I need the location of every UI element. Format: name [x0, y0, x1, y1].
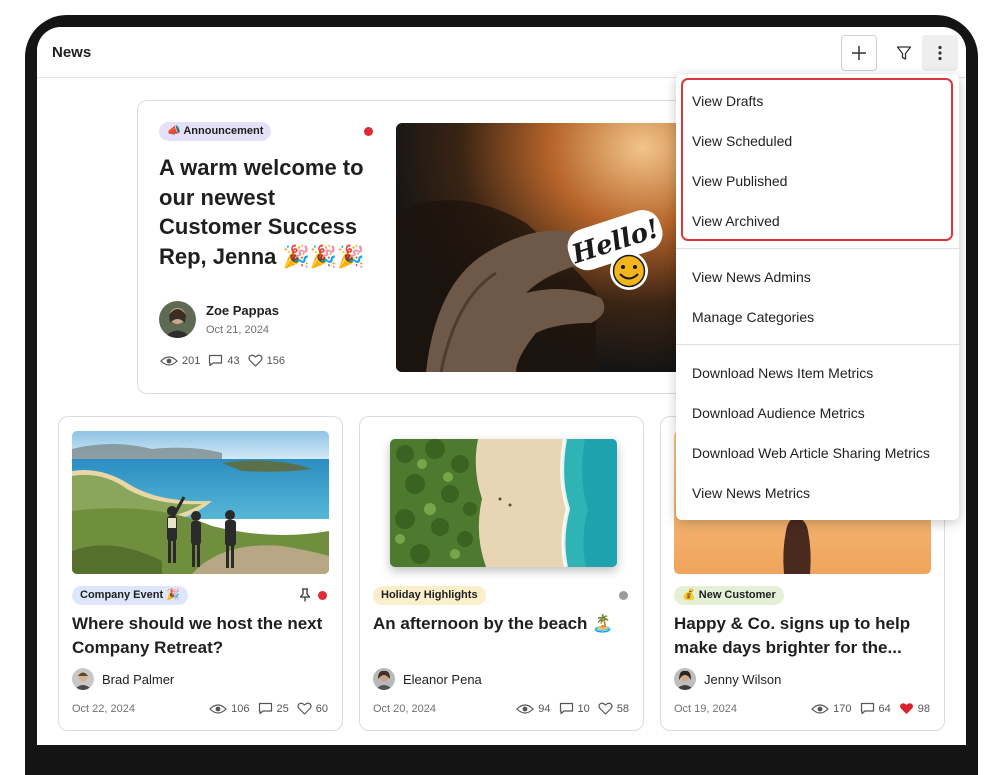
card-title[interactable]: Happy & Co. signs up to help make days b…: [674, 612, 934, 660]
category-badge: 📣 Announcement: [159, 122, 272, 141]
menu-divider: [676, 248, 959, 249]
category-badge: Holiday Highlights: [373, 586, 486, 605]
heart-icon: [899, 703, 913, 714]
likes-stat[interactable]: 98: [899, 702, 930, 715]
filter-button[interactable]: [886, 35, 922, 71]
news-card[interactable]: Holiday Highlights An afternoon by the b…: [359, 416, 644, 731]
avatar: [674, 668, 696, 690]
comments-count: 10: [577, 702, 590, 715]
avatar: [159, 301, 196, 338]
engagement-stats: 170 64 98: [811, 702, 930, 715]
menu-item-view-drafts[interactable]: View Drafts: [692, 93, 763, 109]
heart-icon: [248, 354, 263, 367]
likes-count: 58: [616, 702, 629, 715]
views-stat: 106: [209, 702, 250, 715]
read-indicator: [619, 591, 628, 600]
category-badge: Company Event 🎉: [72, 586, 188, 605]
menu-item-view-news-admins[interactable]: View News Admins: [692, 269, 811, 285]
page-title: News: [52, 44, 92, 61]
views-stat: 201: [160, 355, 200, 367]
heart-icon: [598, 702, 613, 715]
engagement-stats: 201 43 156: [160, 354, 285, 367]
eye-icon: [160, 355, 178, 366]
unread-indicator: [364, 127, 373, 136]
author-name: Brad Palmer: [102, 672, 175, 687]
menu-divider: [676, 344, 959, 345]
comments-stat[interactable]: 43: [208, 354, 240, 367]
card-image[interactable]: [72, 431, 329, 574]
add-news-button[interactable]: [841, 35, 877, 71]
comment-icon: [559, 702, 573, 715]
heart-icon: [297, 702, 312, 715]
card-title[interactable]: An afternoon by the beach 🏝️: [373, 612, 633, 636]
menu-item-view-news-metrics[interactable]: View News Metrics: [692, 485, 810, 501]
views-stat: 94: [516, 702, 551, 715]
more-options-menu: View Drafts View Scheduled View Publishe…: [676, 74, 959, 520]
author-name: Eleanor Pena: [403, 672, 482, 687]
menu-item-download-web-article-sharing-metrics[interactable]: Download Web Article Sharing Metrics: [692, 445, 930, 461]
avatar: [373, 668, 395, 690]
comments-stat[interactable]: 64: [860, 702, 891, 715]
unread-indicator: [318, 591, 327, 600]
engagement-stats: 94 10 58: [516, 702, 629, 715]
likes-count: 98: [917, 702, 930, 715]
plus-icon: [852, 46, 866, 60]
app-screen: News 📣 Announcement A warm welcome to ou…: [37, 27, 966, 745]
menu-item-view-scheduled[interactable]: View Scheduled: [692, 133, 792, 149]
likes-stat[interactable]: 60: [297, 702, 328, 715]
likes-stat[interactable]: 156: [248, 354, 285, 367]
post-date: Oct 19, 2024: [674, 703, 737, 715]
filter-icon: [896, 46, 912, 60]
comment-icon: [860, 702, 874, 715]
menu-item-download-news-item-metrics[interactable]: Download News Item Metrics: [692, 365, 873, 381]
menu-item-view-published[interactable]: View Published: [692, 173, 787, 189]
views-count: 170: [833, 702, 852, 715]
featured-title[interactable]: A warm welcome to our newest Customer Su…: [159, 153, 374, 271]
views-stat: 170: [811, 702, 852, 715]
views-count: 201: [182, 354, 201, 367]
post-date: Oct 20, 2024: [373, 703, 436, 715]
menu-item-manage-categories[interactable]: Manage Categories: [692, 309, 814, 325]
featured-news-card[interactable]: 📣 Announcement A warm welcome to our new…: [137, 100, 737, 394]
eye-icon: [516, 703, 535, 714]
more-options-button[interactable]: [922, 35, 958, 71]
comments-stat[interactable]: 10: [559, 702, 590, 715]
card-title[interactable]: Where should we host the next Company Re…: [72, 612, 332, 660]
comment-icon: [209, 354, 223, 367]
likes-stat[interactable]: 58: [598, 702, 629, 715]
menu-item-download-audience-metrics[interactable]: Download Audience Metrics: [692, 405, 865, 421]
author-name: Jenny Wilson: [704, 672, 782, 687]
category-badge: 💰 New Customer: [674, 586, 784, 605]
likes-count: 156: [266, 354, 285, 367]
views-count: 106: [231, 702, 250, 715]
likes-count: 60: [315, 702, 328, 715]
comments-count: 25: [276, 702, 289, 715]
comments-count: 43: [227, 354, 240, 367]
post-date: Oct 21, 2024: [206, 324, 269, 336]
menu-item-view-archived[interactable]: View Archived: [692, 213, 780, 229]
eye-icon: [811, 703, 829, 714]
comments-stat[interactable]: 25: [258, 702, 289, 715]
post-date: Oct 22, 2024: [72, 703, 135, 715]
more-vertical-icon: [938, 45, 942, 61]
comment-icon: [258, 702, 272, 715]
eye-icon: [209, 703, 227, 714]
engagement-stats: 106 25 60: [209, 702, 328, 715]
comments-count: 64: [878, 702, 891, 715]
news-card[interactable]: Company Event 🎉 Where should we host the…: [58, 416, 343, 731]
avatar: [72, 668, 94, 690]
featured-image[interactable]: Hello!: [396, 123, 686, 372]
card-image[interactable]: [390, 439, 617, 567]
views-count: 94: [538, 702, 551, 715]
author-name: Zoe Pappas: [206, 303, 279, 318]
top-bar: News: [37, 27, 966, 78]
pin-icon[interactable]: [299, 588, 311, 602]
